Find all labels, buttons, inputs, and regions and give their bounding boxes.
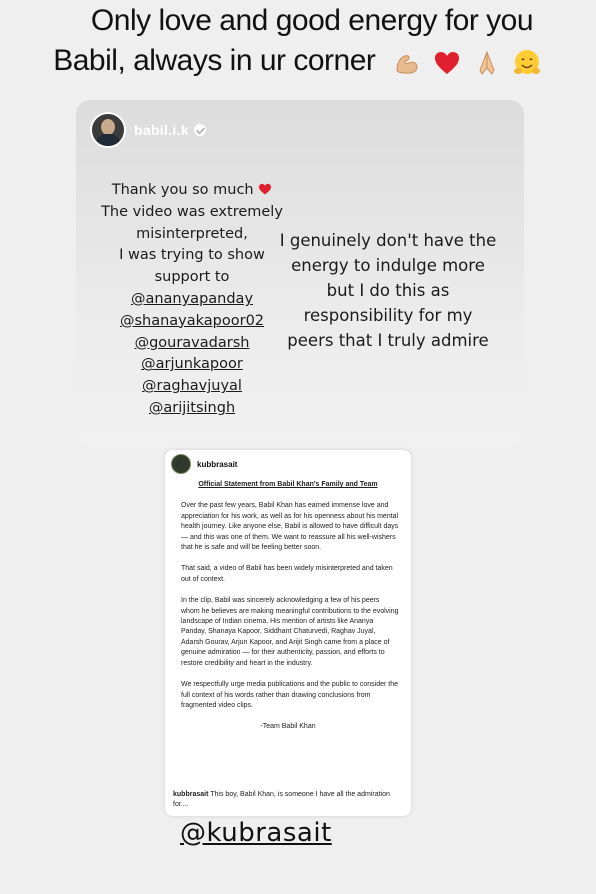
avatar[interactable]	[171, 454, 191, 474]
statement-signature: -Team Babil Khan	[260, 723, 316, 731]
statement-title: Official Statement from Babil Khan's Fam…	[198, 481, 378, 488]
post-header[interactable]: kubbrasait	[171, 454, 237, 474]
post-username[interactable]: kubbrasait	[197, 460, 237, 469]
mention-link[interactable]: @arijitsingh	[92, 398, 292, 420]
mention-link[interactable]: @raghavjuyal	[92, 376, 292, 398]
hugging-face-icon	[513, 50, 540, 75]
story-caption-line2: Babil, always in ur corner	[0, 42, 596, 81]
caption-username[interactable]: kubbrasait	[173, 791, 208, 798]
mention-sticker[interactable]: @kubrasait	[180, 818, 332, 848]
message-line: responsibility for my	[303, 306, 473, 325]
red-heart-icon	[259, 183, 272, 195]
avatar[interactable]	[90, 112, 126, 148]
mention-link[interactable]: @shanayakapoor02	[92, 311, 292, 333]
story-username[interactable]: babil.i.k	[134, 122, 189, 138]
story-header[interactable]: babil.i.k	[90, 112, 206, 148]
emoji-row	[391, 43, 543, 81]
message-line: I was trying to show	[119, 247, 265, 264]
right-message: I genuinely don't have the energy to ind…	[272, 228, 504, 353]
statement-paragraph: Over the past few years, Babil Khan has …	[181, 502, 399, 552]
post-caption: kubbrasait This boy, Babil Khan, is some…	[173, 790, 403, 810]
message-line: energy to indulge more	[291, 256, 485, 275]
left-message: Thank you so much The video was extremel…	[92, 180, 292, 420]
message-line: support to	[154, 269, 230, 286]
statement-paragraph: We respectfully urge media publications …	[181, 681, 398, 709]
mention-link[interactable]: @ananyapanday	[92, 289, 292, 311]
message-line: but I do this as	[326, 281, 450, 300]
statement-paragraph: In the clip, Babil was sincerely acknowl…	[181, 597, 399, 667]
folded-hands-icon	[479, 50, 495, 76]
message-line: Thank you so much	[111, 182, 254, 198]
message-line: peers that I truly admire	[287, 331, 489, 350]
verified-badge-icon	[193, 124, 206, 136]
shared-post-card[interactable]: kubbrasait Official Statement from Babil…	[165, 450, 411, 816]
message-line: I genuinely don't have the	[279, 231, 497, 250]
message-line: misinterpreted,	[136, 225, 248, 242]
red-heart-icon	[435, 52, 460, 75]
mention-link[interactable]: @gouravadarsh	[92, 333, 292, 355]
mention-link[interactable]: @arjunkapoor	[92, 354, 292, 376]
statement-paragraph: That said, a video of Babil has been wid…	[181, 565, 393, 583]
statement-body: Official Statement from Babil Khan's Fam…	[177, 480, 399, 744]
flexed-biceps-icon	[396, 55, 418, 74]
story-caption-line1: Only love and good energy for you	[90, 4, 534, 37]
message-line: The video was extremely	[101, 203, 283, 220]
